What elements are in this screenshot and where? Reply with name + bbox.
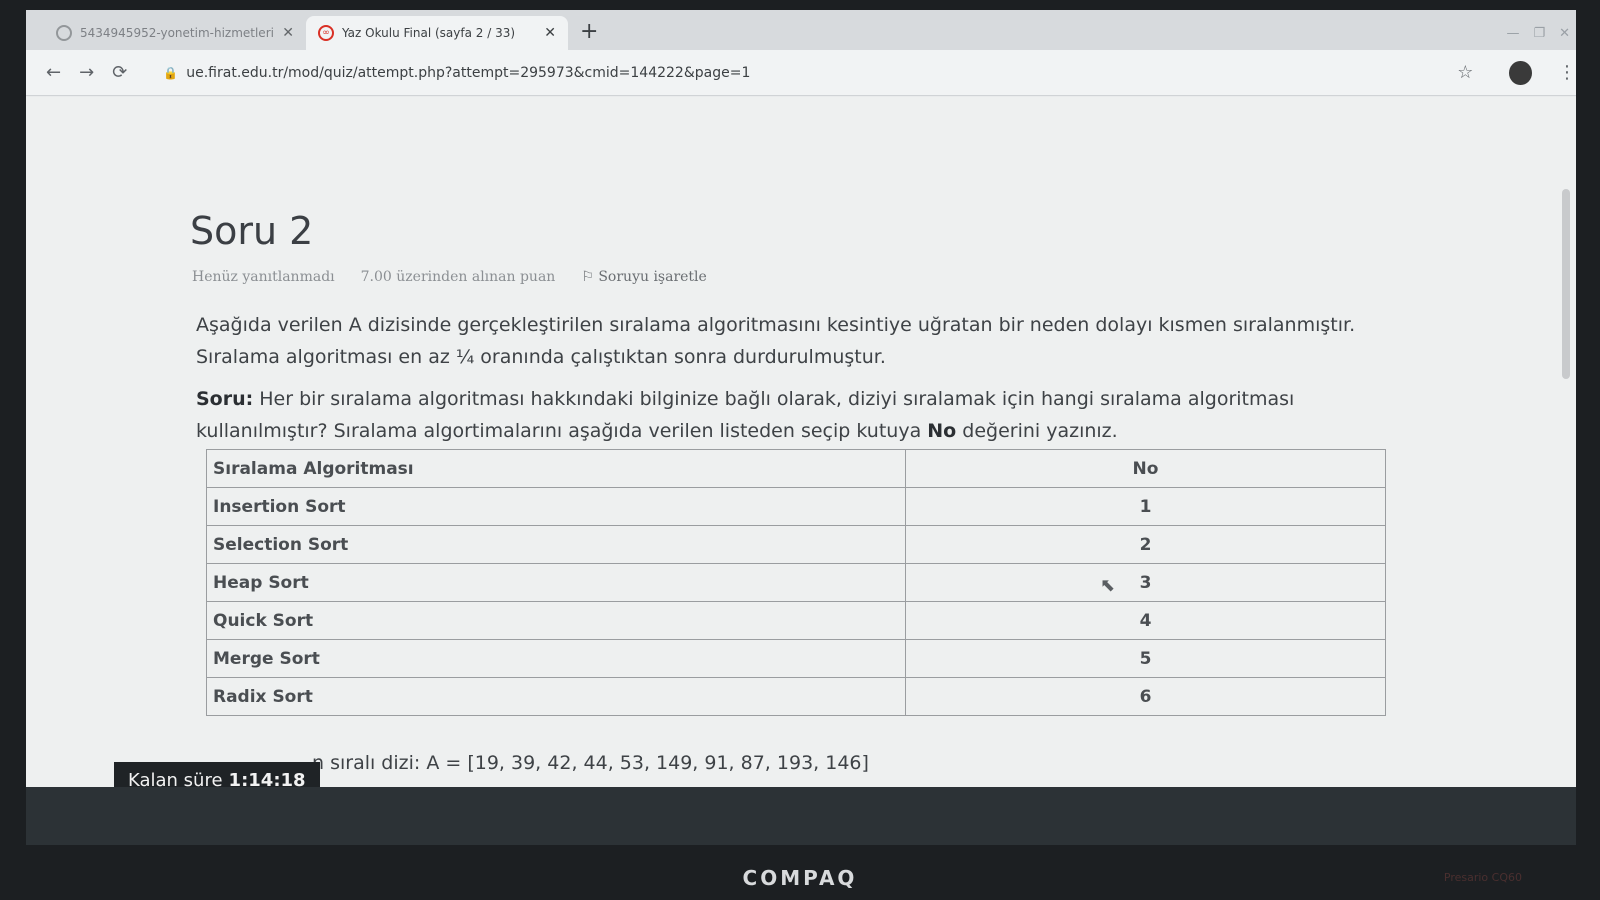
- question-meta: Henüz yanıtlanmadı 7.00 üzerinden alınan…: [192, 269, 707, 285]
- tab-inactive[interactable]: 5434945952-yonetim-hizmetleri ✕: [44, 16, 306, 50]
- question-paragraph: Aşağıda verilen A dizisinde gerçekleştir…: [196, 314, 1356, 368]
- table-row: Selection Sort 2: [206, 525, 1386, 564]
- table-cell: Merge Sort: [206, 639, 906, 678]
- tab-strip: 5434945952-yonetim-hizmetleri ✕ ∞ Yaz Ok…: [26, 10, 1576, 50]
- table-cell: Heap Sort: [206, 563, 906, 602]
- table-row: Quick Sort 4: [206, 601, 1386, 640]
- moodle-icon: ∞: [318, 25, 334, 41]
- new-tab-button[interactable]: +: [580, 19, 598, 44]
- reload-icon[interactable]: ⟳: [112, 62, 127, 83]
- flag-label: Soruyu işaretle: [598, 269, 707, 285]
- table-cell: Radix Sort: [206, 677, 906, 716]
- laptop-model-label: Presario CQ60: [1443, 871, 1522, 884]
- close-icon[interactable]: ✕: [282, 25, 294, 41]
- table-cell: 3: [905, 563, 1386, 602]
- instruction-bold: No: [927, 420, 957, 442]
- algorithm-table: Sıralama Algoritması No Insertion Sort 1 …: [206, 449, 1386, 716]
- globe-icon: [56, 25, 72, 41]
- profile-avatar[interactable]: [1509, 60, 1532, 85]
- laptop-brand-logo: COMPAQ: [742, 866, 858, 890]
- tab-active[interactable]: ∞ Yaz Okulu Final (sayfa 2 / 33) ✕: [306, 16, 568, 50]
- array-text: n sıralı dizi: A = [19, 39, 42, 44, 53, …: [312, 752, 869, 774]
- column-header-algorithm: Sıralama Algoritması: [206, 449, 906, 488]
- window-controls: — ❐ ✕: [1506, 26, 1570, 41]
- maximize-icon[interactable]: ❐: [1533, 26, 1545, 41]
- close-icon[interactable]: ✕: [544, 25, 556, 41]
- table-cell: 1: [905, 487, 1386, 526]
- question-title: Soru 2: [190, 209, 314, 253]
- question-instruction: Soru: Her bir sıralama algoritması hakkı…: [196, 383, 1396, 447]
- menu-icon[interactable]: ⋮: [1558, 62, 1576, 83]
- laptop-screen: 5434945952-yonetim-hizmetleri ✕ ∞ Yaz Ok…: [26, 10, 1576, 845]
- close-window-icon[interactable]: ✕: [1559, 26, 1570, 41]
- bookmark-star-icon[interactable]: ☆: [1457, 62, 1473, 83]
- address-bar[interactable]: 🔒 ue.firat.edu.tr/mod/quiz/attempt.php?a…: [151, 57, 1421, 89]
- table-header-row: Sıralama Algoritması No: [206, 449, 1386, 488]
- table-cell: 2: [905, 525, 1386, 564]
- taskbar: [26, 787, 1576, 845]
- table-cell: Quick Sort: [206, 601, 906, 640]
- table-cell: 4: [905, 601, 1386, 640]
- url-text: ue.firat.edu.tr/mod/quiz/attempt.php?att…: [186, 64, 751, 81]
- table-cell: Selection Sort: [206, 525, 906, 564]
- lock-icon: 🔒: [163, 65, 179, 80]
- question-status: Henüz yanıtlanmadı: [192, 269, 335, 285]
- page-content: Soru 2 Henüz yanıtlanmadı 7.00 üzerinden…: [26, 97, 1576, 798]
- tab-title: Yaz Okulu Final (sayfa 2 / 33): [342, 26, 516, 40]
- table-row: Radix Sort 6: [206, 677, 1386, 716]
- browser-toolbar: ← → ⟳ 🔒 ue.firat.edu.tr/mod/quiz/attempt…: [26, 50, 1576, 96]
- table-cell: 5: [905, 639, 1386, 678]
- instruction-label: Soru:: [196, 388, 254, 410]
- column-header-no: No: [905, 449, 1386, 488]
- mouse-cursor-icon: ⬉: [1100, 575, 1116, 596]
- table-row: Heap Sort 3: [206, 563, 1386, 602]
- question-text: Aşağıda verilen A dizisinde gerçekleştir…: [196, 309, 1396, 457]
- back-icon[interactable]: ←: [46, 62, 61, 83]
- forward-icon[interactable]: →: [79, 62, 94, 83]
- question-points: 7.00 üzerinden alınan puan: [360, 269, 556, 285]
- table-cell: 6: [905, 677, 1386, 716]
- flag-icon: ⚐: [581, 269, 599, 285]
- scrollbar[interactable]: [1562, 189, 1570, 379]
- instruction-text: Her bir sıralama algoritması hakkındaki …: [196, 388, 1295, 442]
- instruction-text-end: değerini yazınız.: [956, 420, 1118, 442]
- table-row: Insertion Sort 1: [206, 487, 1386, 526]
- minimize-icon[interactable]: —: [1506, 26, 1519, 41]
- table-cell: Insertion Sort: [206, 487, 906, 526]
- tab-title: 5434945952-yonetim-hizmetleri: [80, 26, 274, 40]
- flag-question-link[interactable]: ⚐ Soruyu işaretle: [581, 269, 707, 285]
- table-row: Merge Sort 5: [206, 639, 1386, 678]
